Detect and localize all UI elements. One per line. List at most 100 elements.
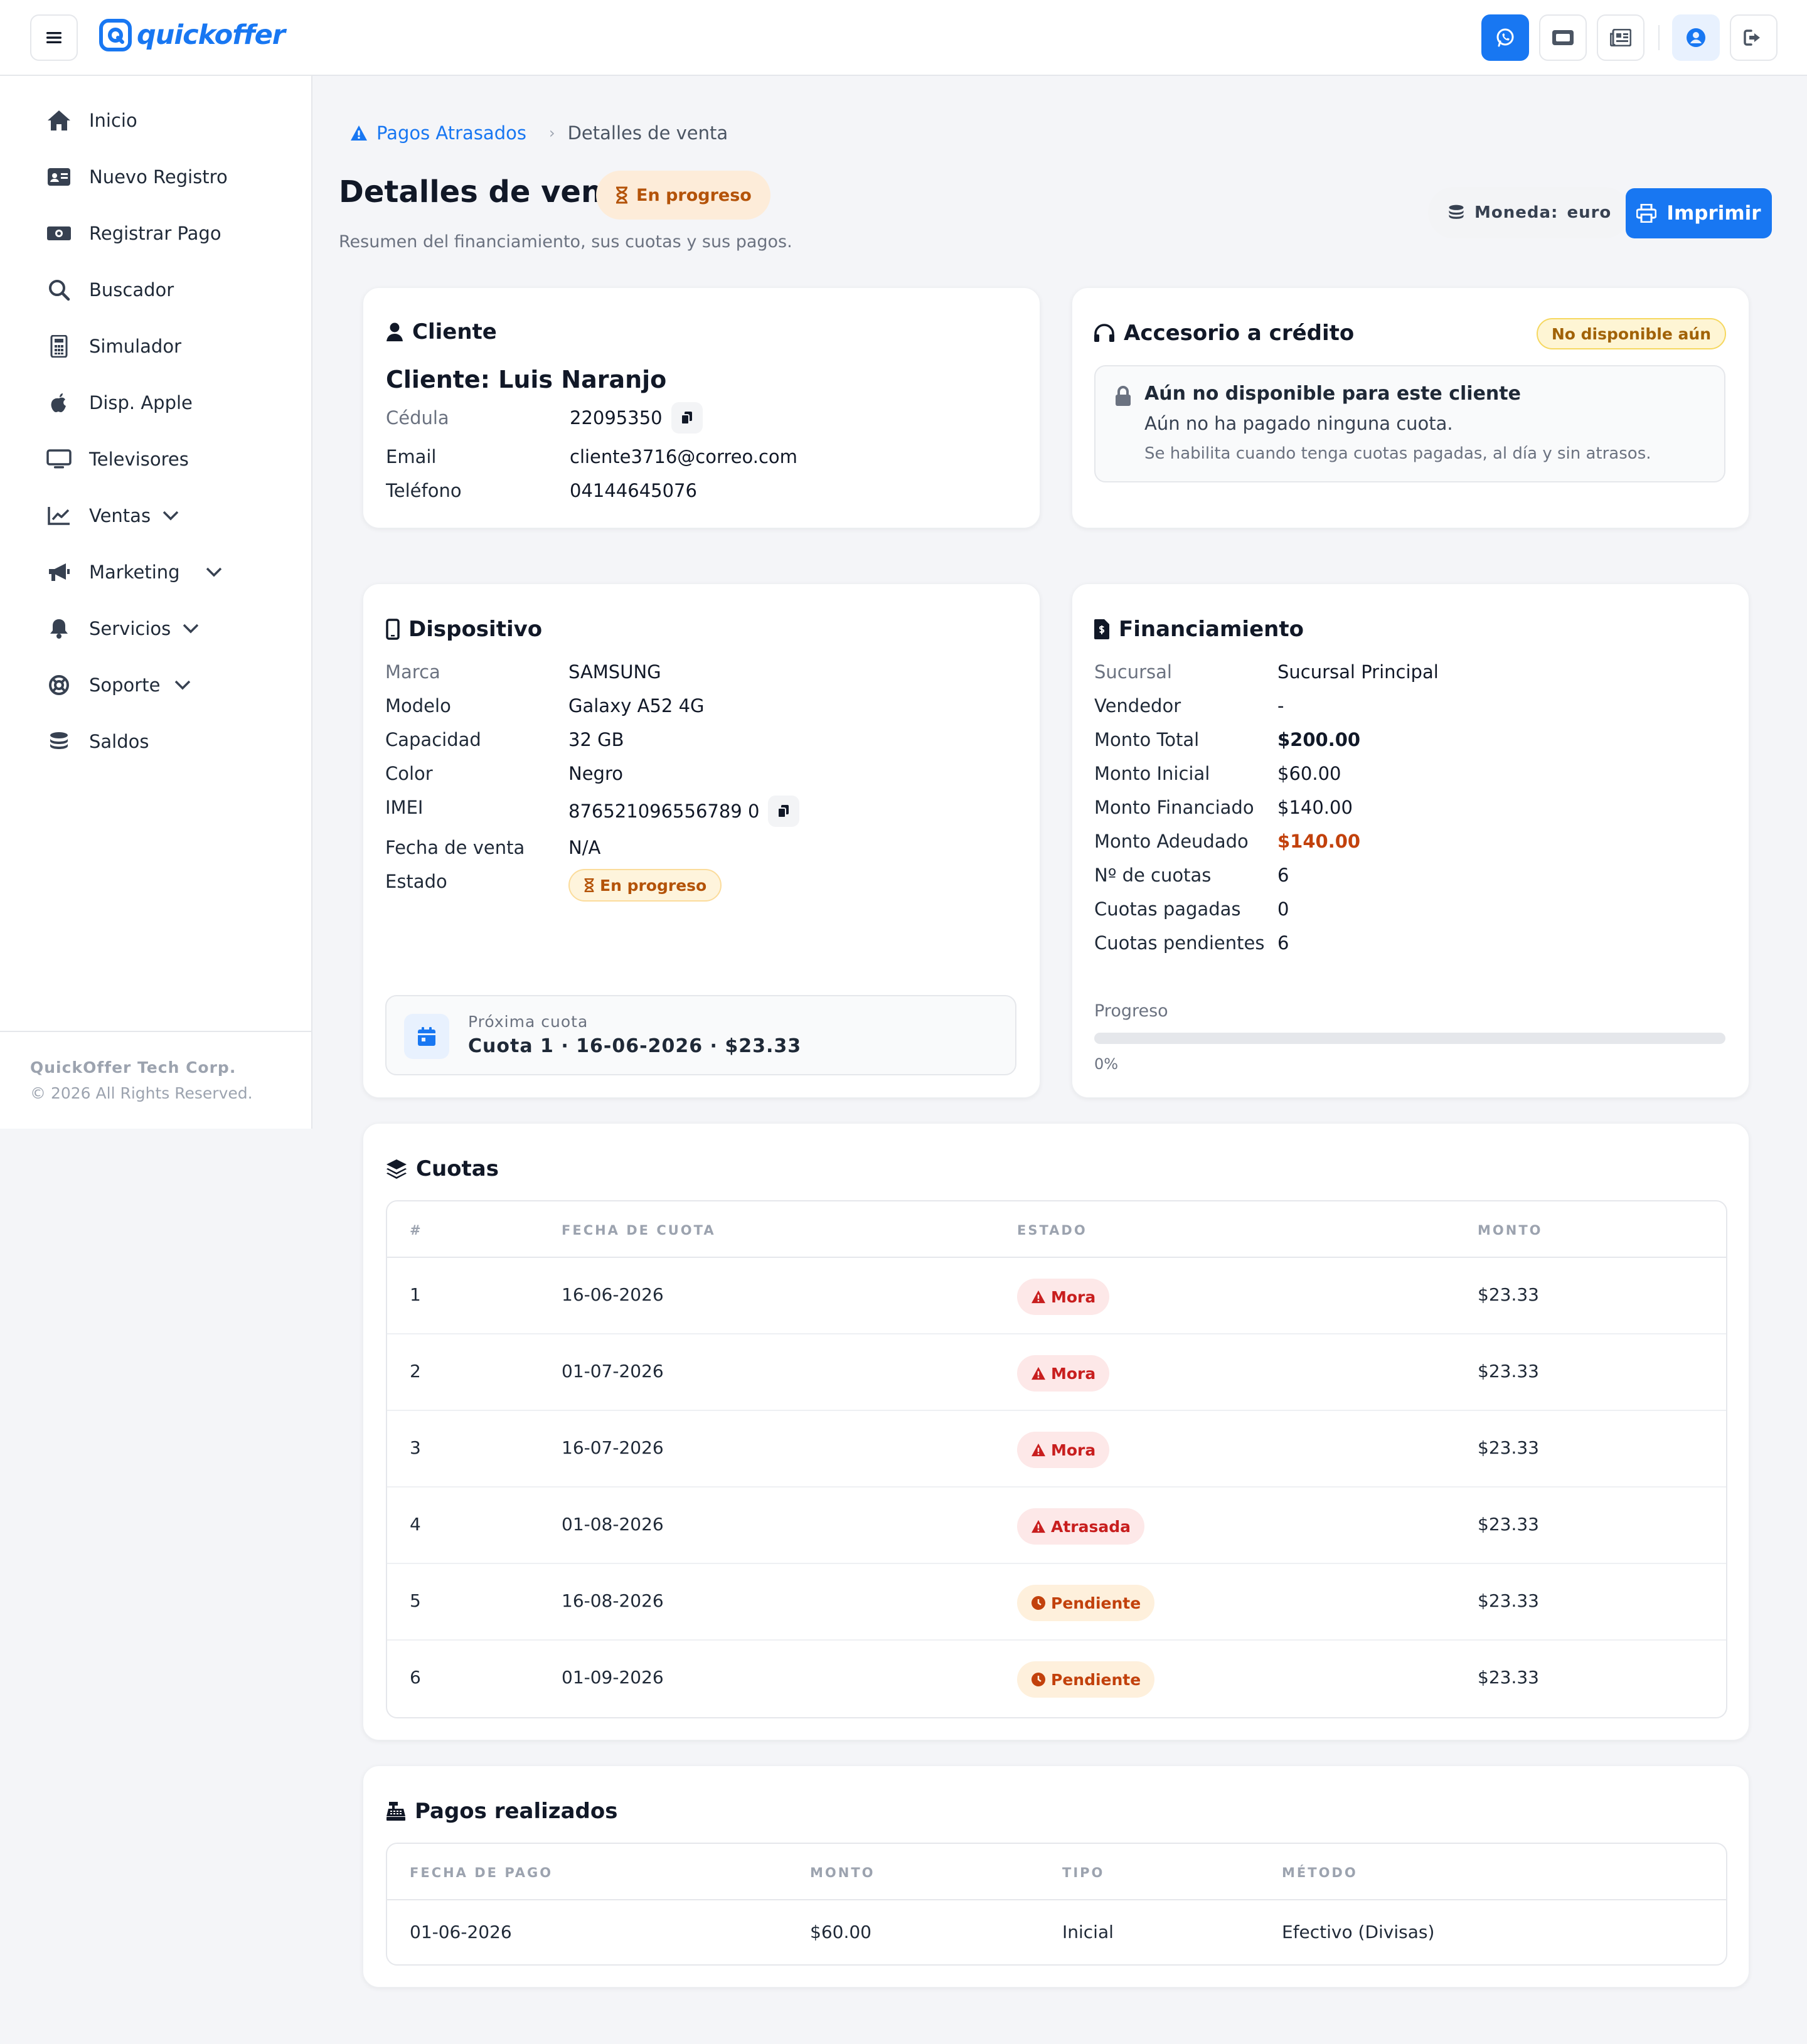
sidebar-item-label: Nuevo Registro (89, 166, 228, 188)
breadcrumb-current: Detalles de venta (567, 122, 728, 144)
cell-type: Inicial (1062, 1922, 1114, 1942)
logout-button[interactable] (1730, 14, 1778, 61)
financing-field-inicial: Monto Inicial $60.00 (1094, 763, 1722, 788)
profile-button[interactable] (1672, 14, 1720, 61)
field-value: Negro (568, 763, 623, 784)
notice-line-1: Aún no ha pagado ninguna cuota. (1144, 413, 1453, 434)
device-section-title: Dispositivo (408, 617, 543, 642)
cell-amount: $23.33 (1478, 1361, 1539, 1381)
client-field-phone: Teléfono 04144645076 (386, 480, 1013, 505)
cell-amount: $23.33 (1478, 1590, 1539, 1611)
copy-cedula-button[interactable] (671, 402, 703, 434)
currency-selector[interactable]: Moneda: euro (1428, 187, 1631, 238)
ticket-icon (1552, 30, 1574, 45)
megaphone-icon (49, 563, 70, 581)
whatsapp-button[interactable] (1481, 14, 1529, 61)
copy-imei-button[interactable] (768, 796, 800, 827)
financing-card-title: Financiamiento (1094, 617, 1304, 642)
owed-value: $140.00 (1277, 831, 1361, 852)
device-status-badge: En progreso (568, 869, 722, 902)
warning-icon (1031, 1443, 1045, 1457)
client-card: Cliente Cliente: Luis Naranjo Cédula 220… (363, 287, 1040, 528)
financing-field-total: Monto Total $200.00 (1094, 729, 1722, 754)
field-value: Galaxy A52 4G (568, 695, 705, 716)
sidebar-item-nuevo-registro[interactable]: Nuevo Registro (44, 158, 228, 196)
sidebar-item-ventas[interactable]: Ventas (44, 497, 179, 535)
money-icon (47, 226, 71, 240)
chevron-down-icon (175, 680, 191, 690)
field-value: $60.00 (1277, 763, 1341, 784)
total-value: $200.00 (1277, 729, 1361, 750)
cedula-value: 22095350 (570, 407, 663, 428)
cell-date: 01-08-2026 (562, 1514, 664, 1535)
news-button[interactable] (1597, 14, 1644, 61)
sidebar-item-soporte[interactable]: Soporte (44, 666, 191, 704)
sidebar-item-label: Servicios (89, 618, 171, 639)
status-label: Atrasada (1051, 1517, 1131, 1536)
cell-date: 01-07-2026 (562, 1361, 664, 1381)
tv-icon (46, 449, 72, 469)
sidebar-item-registrar-pago[interactable]: Registrar Pago (44, 215, 221, 252)
field-value: N/A (568, 837, 601, 858)
table-row: 6 01-09-2026 Pendiente $23.33 (387, 1641, 1726, 1717)
client-field-email: Email cliente3716@correo.com (386, 446, 1013, 471)
device-field-estado: Estado En progreso (385, 869, 1013, 906)
toolbar-divider (1658, 25, 1660, 50)
field-label: Email (386, 446, 437, 467)
search-icon (49, 280, 70, 301)
clock-icon (1031, 1596, 1045, 1610)
status-badge-mora: Mora (1017, 1432, 1110, 1468)
copy-icon (680, 412, 692, 425)
column-header: MÉTODO (1282, 1865, 1358, 1880)
sidebar-item-buscador[interactable]: Buscador (44, 271, 174, 309)
lock-icon (1116, 386, 1131, 406)
field-value: $140.00 (1277, 797, 1353, 818)
client-section-title: Cliente (412, 319, 497, 344)
brand-name: quickoffer (137, 19, 285, 51)
installments-table: # FECHA DE CUOTA ESTADO MONTO 1 16-06-20… (386, 1200, 1727, 1718)
print-button[interactable]: Imprimir (1626, 188, 1772, 238)
status-label: Mora (1051, 1440, 1096, 1459)
sidebar-item-saldos[interactable]: Saldos (44, 723, 149, 760)
breadcrumb-parent: Pagos Atrasados (376, 122, 526, 144)
field-value: SAMSUNG (568, 661, 661, 683)
field-value: - (1277, 695, 1284, 716)
copy-icon (777, 805, 789, 818)
chevron-down-icon (183, 624, 199, 634)
device-field-marca: Marca SAMSUNG (385, 661, 1013, 686)
id-card-icon (48, 168, 70, 186)
breadcrumb-parent-link[interactable]: Pagos Atrasados (350, 122, 526, 144)
brand-logo[interactable]: quickoffer (99, 19, 285, 51)
hamburger-menu-button[interactable] (30, 14, 78, 61)
breadcrumb-separator: › (548, 124, 555, 142)
sidebar-item-marketing[interactable]: Marketing (44, 553, 223, 591)
cell-number: 4 (410, 1514, 421, 1535)
hourglass-icon (616, 186, 627, 204)
calculator-icon (50, 335, 68, 358)
field-label: Nº de cuotas (1094, 865, 1212, 886)
column-header: FECHA DE PAGO (410, 1865, 553, 1880)
chevron-down-icon (206, 567, 221, 577)
table-row: 3 16-07-2026 Mora $23.33 (387, 1411, 1726, 1488)
sidebar-item-televisores[interactable]: Televisores (44, 440, 189, 478)
cell-amount: $23.33 (1478, 1284, 1539, 1305)
status-label: Pendiente (1051, 1670, 1141, 1689)
device-status-label: En progreso (600, 876, 707, 895)
credit-notice: Aún no disponible para este cliente Aún … (1094, 365, 1725, 482)
sidebar-item-inicio[interactable]: Inicio (44, 102, 137, 139)
cell-amount: $23.33 (1478, 1514, 1539, 1535)
field-label: Estado (385, 871, 447, 892)
sidebar-item-label: Saldos (89, 731, 149, 752)
sidebar-item-servicios[interactable]: Servicios (44, 610, 200, 647)
ticket-button[interactable] (1539, 14, 1587, 61)
field-label: Monto Financiado (1094, 797, 1254, 818)
device-field-color: Color Negro (385, 763, 1013, 788)
sidebar-item-simulador[interactable]: Simulador (44, 327, 181, 365)
phone-value: 04144645076 (570, 480, 697, 501)
financing-field-adeudado: Monto Adeudado $140.00 (1094, 831, 1722, 856)
device-field-capacidad: Capacidad 32 GB (385, 729, 1013, 754)
sidebar-item-disp-apple[interactable]: Disp. Apple (44, 384, 193, 422)
user-icon (386, 322, 403, 341)
next-installment-label: Próxima cuota (468, 1013, 589, 1031)
client-name: Cliente: Luis Naranjo (386, 366, 667, 393)
